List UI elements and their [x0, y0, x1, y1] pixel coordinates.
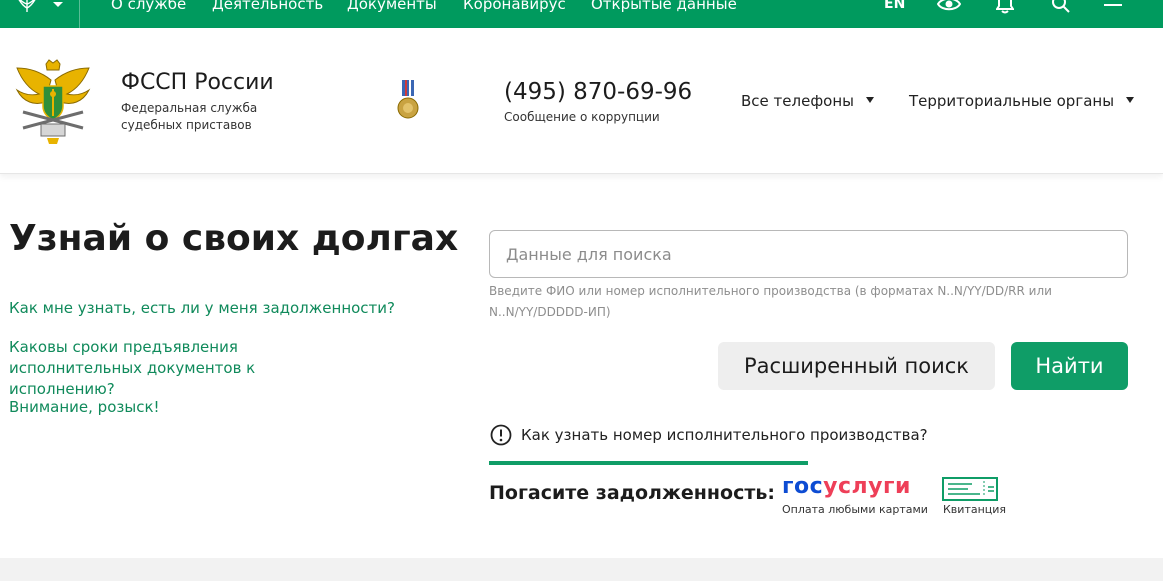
nav-item-about[interactable]: О службе: [111, 0, 186, 13]
search-hint: Введите ФИО или номер исполнительного пр…: [489, 284, 1052, 319]
section-divider: [489, 461, 808, 465]
search-icon[interactable]: [1051, 0, 1071, 14]
link-enforcement-deadlines[interactable]: Каковы сроки предъявления исполнительных…: [9, 337, 354, 400]
top-navigation-bar: О службе Деятельность Документы Коронави…: [0, 0, 1163, 28]
gosuslugi-logo-part1: гос: [782, 474, 824, 499]
caret-down-icon: [1126, 97, 1135, 103]
phone-caption: Сообщение о коррупции: [504, 110, 660, 124]
dropdown-label: Все телефоны: [741, 92, 854, 110]
link-check-debts[interactable]: Как мне узнать, есть ли у меня задолженн…: [9, 298, 395, 319]
fssp-emblem-icon[interactable]: [13, 58, 93, 144]
gosuslugi-caption: Оплата любыми картами: [782, 503, 928, 516]
corruption-hotline-phone[interactable]: (495) 870-69-96: [504, 78, 692, 106]
eye-icon[interactable]: [937, 0, 961, 14]
search-input[interactable]: [489, 230, 1128, 278]
nav-item-activity[interactable]: Деятельность: [212, 0, 323, 13]
link-wanted[interactable]: Внимание, розыск!: [9, 397, 160, 418]
footer-band: [0, 558, 1163, 581]
nav-divider: [79, 0, 80, 28]
all-phones-dropdown[interactable]: Все телефоны: [741, 91, 874, 111]
nav-item-coronavirus[interactable]: Коронавирус: [463, 0, 566, 13]
bell-icon[interactable]: [996, 0, 1014, 14]
nav-item-open-data[interactable]: Открытые данные: [591, 0, 737, 13]
medal-icon: [397, 80, 419, 119]
nav-item-documents[interactable]: Документы: [347, 0, 437, 13]
chevron-down-icon[interactable]: [52, 2, 64, 10]
menu-icon[interactable]: [1103, 0, 1123, 12]
caret-down-icon: [865, 97, 874, 103]
gosuslugi-logo-part2: услуги: [823, 474, 911, 499]
site-header: ФССП России Федеральная служба судебных …: [0, 28, 1163, 174]
org-subtitle: Федеральная служба судебных приставов: [121, 101, 258, 132]
advanced-search-button[interactable]: Расширенный поиск: [718, 342, 995, 390]
org-name[interactable]: ФССП России: [121, 70, 274, 96]
pay-debt-label: Погасите задолженность:: [489, 482, 775, 504]
find-button[interactable]: Найти: [1011, 342, 1128, 390]
page-title: Узнай о своих долгах: [9, 218, 459, 259]
receipt-icon[interactable]: [942, 477, 998, 501]
exclamation-circle-icon: [490, 424, 512, 446]
language-switch[interactable]: EN: [884, 0, 905, 13]
how-to-find-case-number-link[interactable]: Как узнать номер исполнительного произво…: [521, 425, 928, 445]
receipt-caption: Квитанция: [943, 503, 1007, 516]
dropdown-label: Территориальные органы: [909, 92, 1115, 110]
gosuslugi-logo[interactable]: госуслуги: [782, 474, 911, 500]
emblem-mini-icon[interactable]: [14, 0, 40, 16]
territorial-bodies-dropdown[interactable]: Территориальные органы: [909, 91, 1135, 111]
